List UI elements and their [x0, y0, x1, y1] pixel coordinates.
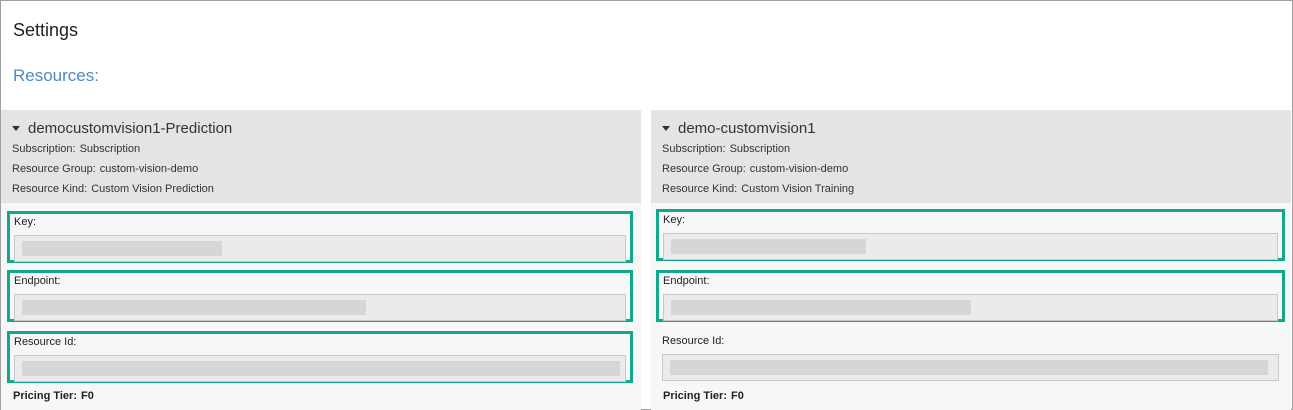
key-label: Key:	[14, 216, 37, 228]
resource-name: democustomvision1-Prediction	[28, 120, 233, 137]
subscription-value: Subscription	[79, 143, 141, 155]
pricing-tier-label: Pricing Tier:	[663, 390, 727, 402]
resource-id-label: Resource Id:	[662, 335, 725, 347]
subscription-label: Subscription:	[662, 143, 726, 155]
redacted-value	[22, 241, 222, 256]
redacted-value	[22, 361, 620, 376]
resource-group-value: custom-vision-demo	[99, 163, 199, 175]
resource-panel-training: demo-customvision1 Subscription: Subscrip…	[651, 110, 1291, 410]
key-field: Key:	[7, 211, 633, 263]
resource-kind-row: Resource Kind: Custom Vision Training	[662, 183, 1280, 197]
resource-header[interactable]: demo-customvision1 Subscription: Subscrip…	[651, 110, 1291, 203]
key-field: Key:	[656, 209, 1285, 261]
subscription-value: Subscription	[729, 143, 791, 155]
resource-panel-prediction: democustomvision1-Prediction Subscriptio…	[1, 110, 641, 410]
page-title: Settings	[13, 20, 79, 40]
resource-kind-label: Resource Kind:	[12, 183, 88, 195]
collapse-caret-icon[interactable]	[12, 126, 20, 131]
pricing-tier: Pricing Tier: F0	[663, 390, 744, 402]
subscription-label: Subscription:	[12, 143, 76, 155]
subscription-row: Subscription: Subscription	[662, 143, 1280, 157]
resource-group-label: Resource Group:	[12, 163, 96, 175]
resource-kind-value: Custom Vision Prediction	[91, 183, 214, 195]
resource-group-value: custom-vision-demo	[749, 163, 849, 175]
pricing-tier-value: F0	[80, 390, 94, 402]
resource-kind-label: Resource Kind:	[662, 183, 738, 195]
resource-header[interactable]: democustomvision1-Prediction Subscriptio…	[1, 110, 641, 203]
pricing-tier-value: F0	[730, 390, 744, 402]
pricing-tier: Pricing Tier: F0	[13, 390, 94, 402]
key-label: Key:	[663, 214, 686, 226]
key-input[interactable]	[663, 233, 1278, 260]
resource-id-input[interactable]	[662, 354, 1279, 381]
redacted-value	[671, 300, 971, 315]
resource-group-row: Resource Group: custom-vision-demo	[662, 163, 1280, 177]
resource-kind-value: Custom Vision Training	[741, 183, 855, 195]
subscription-row: Subscription: Subscription	[12, 143, 630, 157]
redacted-value	[670, 360, 1268, 375]
endpoint-label: Endpoint:	[14, 275, 61, 287]
key-input[interactable]	[14, 235, 626, 262]
endpoint-label: Endpoint:	[663, 275, 710, 287]
resource-id-field: Resource Id:	[7, 331, 633, 383]
endpoint-field: Endpoint:	[656, 270, 1285, 322]
endpoint-input[interactable]	[663, 294, 1278, 321]
resource-kind-row: Resource Kind: Custom Vision Prediction	[12, 183, 630, 197]
resource-id-input[interactable]	[14, 355, 626, 382]
resource-group-row: Resource Group: custom-vision-demo	[12, 163, 630, 177]
redacted-value	[22, 300, 366, 315]
resource-group-label: Resource Group:	[662, 163, 746, 175]
resource-name: demo-customvision1	[678, 120, 816, 137]
resource-id-label: Resource Id:	[14, 336, 77, 348]
collapse-caret-icon[interactable]	[662, 126, 670, 131]
resources-heading: Resources:	[13, 66, 99, 85]
resource-id-field: Resource Id:	[656, 331, 1285, 383]
pricing-tier-label: Pricing Tier:	[13, 390, 77, 402]
redacted-value	[671, 239, 866, 254]
endpoint-input[interactable]	[14, 294, 626, 321]
endpoint-field: Endpoint:	[7, 270, 633, 322]
